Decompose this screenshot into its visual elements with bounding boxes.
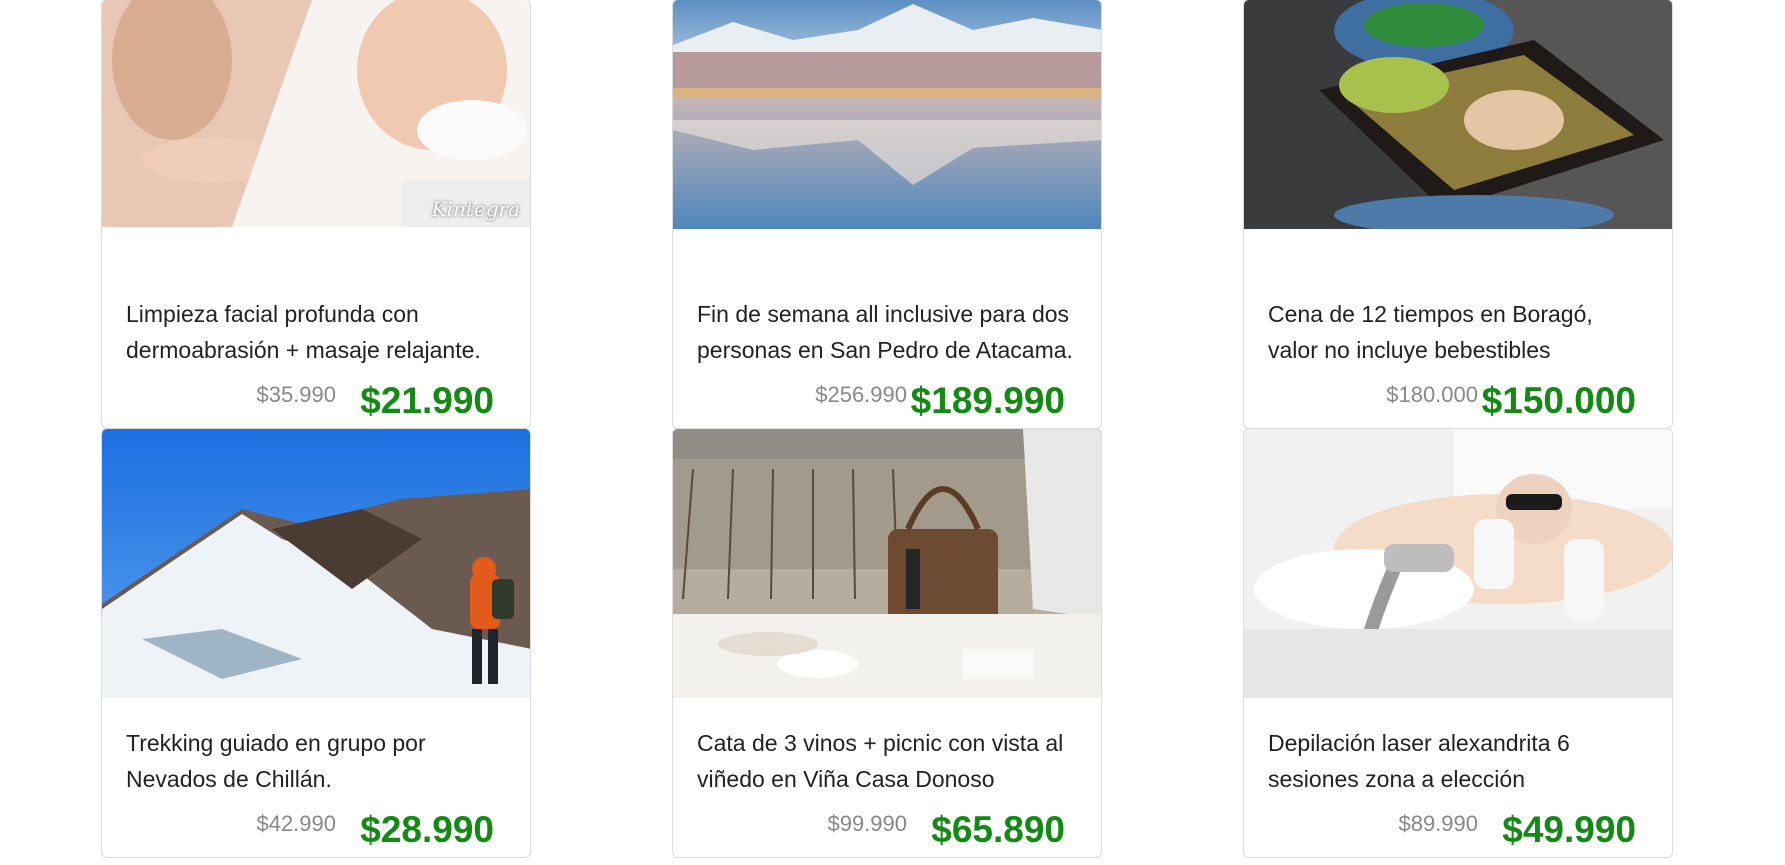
deal-title[interactable]: Cata de 3 vinos + picnic con vista al vi… — [697, 725, 1077, 797]
deal-title[interactable]: Cena de 12 tiempos en Boragó, valor no i… — [1268, 296, 1648, 368]
deal-old-price: $42.990 — [256, 811, 336, 836]
deal-card-borago[interactable]: Cena de 12 tiempos en Boragó, valor no i… — [1243, 0, 1673, 429]
deal-card-depilacion[interactable]: Depilación laser alexandrita 6 sesiones … — [1243, 428, 1673, 858]
deal-card-vinos[interactable]: Cata de 3 vinos + picnic con vista al vi… — [672, 428, 1102, 858]
deal-old-price: $99.990 — [827, 811, 907, 836]
deal-title[interactable]: Fin de semana all inclusive para dos per… — [697, 296, 1077, 368]
spa-facial-treatment-photo[interactable]: Kintegra — [102, 0, 530, 227]
deal-title[interactable]: Limpieza facial profunda con dermoabrasi… — [126, 296, 506, 368]
deal-price: $189.990 — [910, 380, 1065, 421]
laser-hair-removal-photo[interactable] — [1244, 429, 1672, 698]
deal-old-price: $89.990 — [1398, 811, 1478, 836]
snow-mountain-hiker-photo[interactable] — [102, 429, 530, 698]
atacama-lagoon-photo[interactable] — [673, 0, 1101, 229]
deal-title[interactable]: Depilación laser alexandrita 6 sesiones … — [1268, 725, 1648, 797]
deal-price: $21.990 — [360, 380, 494, 421]
deal-price: $65.890 — [931, 809, 1065, 850]
gourmet-dish-photo[interactable] — [1244, 0, 1672, 229]
deal-card-spa[interactable]: Kintegra Limpieza facial profunda con de… — [101, 0, 531, 429]
deal-card-atacama[interactable]: Fin de semana all inclusive para dos per… — [672, 0, 1102, 429]
deal-old-price: $35.990 — [256, 382, 336, 407]
deal-price: $49.990 — [1502, 809, 1636, 850]
deal-price: $150.000 — [1481, 380, 1636, 421]
deal-price: $28.990 — [360, 809, 494, 850]
deal-old-price: $256.990 — [815, 382, 907, 407]
deal-old-price: $180.000 — [1386, 382, 1478, 407]
vineyard-picnic-photo[interactable] — [673, 429, 1101, 698]
deal-card-trekking[interactable]: Trekking guiado en grupo por Nevados de … — [101, 428, 531, 858]
kintegra-watermark: Kintegra — [431, 197, 520, 221]
deal-title[interactable]: Trekking guiado en grupo por Nevados de … — [126, 725, 506, 797]
